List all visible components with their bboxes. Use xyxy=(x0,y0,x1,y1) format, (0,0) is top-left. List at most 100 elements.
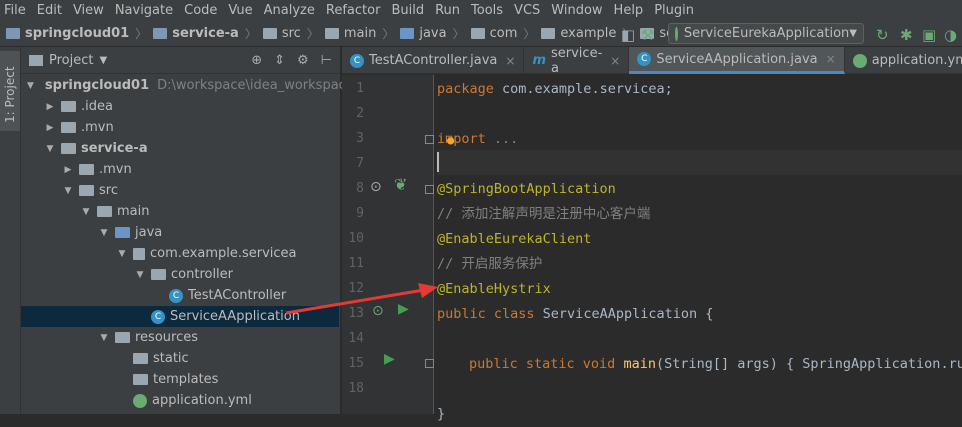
menu-item-vcs[interactable]: VCS xyxy=(514,3,540,18)
tree-item-label: .idea xyxy=(81,99,113,114)
editor-gutter[interactable]: ⊙ ❦ ⊙ ▶ ▶ 1 2 3 7 8 9 10 11 12 13 14 15 18 xyxy=(342,75,434,414)
chevron-down-icon[interactable]: ▼ xyxy=(117,249,127,259)
tree-item-label: .mvn xyxy=(99,162,132,177)
line-number: 1 xyxy=(356,81,364,96)
chevron-down-icon[interactable]: ▼ xyxy=(99,228,109,238)
code-line-13: public class ServiceAApplication { xyxy=(437,306,714,322)
code-line-1: package com.example.servicea; xyxy=(437,81,673,97)
tree-item[interactable]: static xyxy=(21,348,339,369)
intention-bulb-icon[interactable]: ● xyxy=(447,133,454,147)
class-icon: C xyxy=(169,288,183,303)
editor-tabs: C TestAController.java × m service-a × C… xyxy=(342,46,962,76)
breadcrumb-item-service-a[interactable]: service-a 〉 xyxy=(153,25,263,42)
chevron-right-icon[interactable]: ▶ xyxy=(45,102,55,112)
fold-toggle-icon[interactable] xyxy=(425,185,434,194)
fold-toggle-icon[interactable] xyxy=(425,135,434,144)
menu-item-tools[interactable]: Tools xyxy=(471,3,503,18)
navigate-back-icon[interactable]: ◧ xyxy=(621,26,635,44)
menu-item-window[interactable]: Window xyxy=(551,3,602,18)
tree-item[interactable]: templates xyxy=(21,369,339,390)
menu-item-run[interactable]: Run xyxy=(435,3,460,18)
close-icon[interactable]: × xyxy=(826,52,836,66)
chevron-right-icon[interactable]: ▶ xyxy=(63,165,73,175)
menu-item-refactor[interactable]: Refactor xyxy=(326,3,381,18)
tree-item-label: src xyxy=(99,183,118,198)
menu-item-vue[interactable]: Vue xyxy=(228,3,252,18)
tree-item[interactable]: ▼ com.example.servicea xyxy=(21,243,339,264)
tree-item-label: java xyxy=(135,225,163,240)
chevron-down-icon[interactable]: ▼ xyxy=(81,207,91,217)
menu-item-plugin[interactable]: Plugin xyxy=(654,3,694,18)
close-icon[interactable]: × xyxy=(505,54,515,68)
tree-item[interactable]: application.yml xyxy=(21,390,339,411)
folder-icon xyxy=(79,185,94,196)
tree-item[interactable]: ▼ springcloud01 D:\workspace\idea_workspac… xyxy=(21,75,370,96)
breadcrumb-item-com[interactable]: com 〉 xyxy=(470,25,542,42)
yaml-icon xyxy=(133,393,147,408)
tool-window-tab-project[interactable]: 1: Project xyxy=(0,51,20,131)
folder-icon xyxy=(151,269,166,280)
menu-item-help[interactable]: Help xyxy=(614,3,644,18)
tab-testacontroller[interactable]: C TestAController.java × xyxy=(342,47,525,74)
breadcrumb-item-java[interactable]: java 〉 xyxy=(400,25,470,42)
class-icon: C xyxy=(350,53,364,68)
tree-item[interactable]: ▼ resources xyxy=(21,327,339,348)
hide-icon[interactable]: ⊢ xyxy=(321,53,332,68)
tree-item-label: TestAController xyxy=(188,288,287,303)
spring-bean-icon[interactable]: ❦ xyxy=(394,175,407,194)
tree-item-label: resources xyxy=(135,330,199,345)
menu-item-code[interactable]: Code xyxy=(184,3,217,18)
coverage-icon[interactable]: ▣ xyxy=(922,26,936,44)
tree-item-path: D:\workspace\idea_workspace01 xyxy=(157,78,371,93)
breadcrumb-item-src[interactable]: src 〉 xyxy=(262,25,325,42)
code-line-11: // 开启服务保护 xyxy=(437,256,543,272)
build-hammer-icon[interactable]: ⚒ xyxy=(641,26,654,44)
tree-item-label: service-a xyxy=(81,141,148,156)
fold-toggle-icon[interactable] xyxy=(425,359,434,368)
menu-bar: File Edit View Navigate Code Vue Analyze Refact… xyxy=(0,0,962,20)
tab-serviceaapplication[interactable]: C ServiceAApplication.java × xyxy=(629,47,845,74)
tree-item[interactable]: ▼ src xyxy=(21,180,339,201)
menu-item-build[interactable]: Build xyxy=(391,3,424,18)
menu-item-view[interactable]: View xyxy=(73,3,104,18)
menu-item-navigate[interactable]: Navigate xyxy=(115,3,173,18)
tab-service-a-pom[interactable]: m service-a × xyxy=(524,46,630,76)
tree-item[interactable]: ▶ .idea xyxy=(21,96,339,117)
rerun-icon[interactable]: ↻ xyxy=(876,26,889,44)
profile-icon[interactable]: ◑ xyxy=(944,26,957,44)
caret-line-highlight xyxy=(437,150,962,175)
chevron-down-icon[interactable]: ▼ xyxy=(27,81,34,91)
chevron-down-icon[interactable]: ▼ xyxy=(135,270,145,280)
run-icon[interactable]: ▶ xyxy=(384,351,395,367)
tree-item[interactable]: ▼ java xyxy=(21,222,339,243)
folder-icon xyxy=(61,143,76,154)
bean-navigation-icon[interactable]: ⊙ xyxy=(370,179,382,195)
breadcrumb-item-main[interactable]: main 〉 xyxy=(324,25,401,42)
breadcrumb-item-springcloud01[interactable]: springcloud01 〉 xyxy=(6,25,153,42)
menu-item-edit[interactable]: Edit xyxy=(37,3,62,18)
chevron-down-icon[interactable]: ▼ xyxy=(99,333,109,343)
chevron-down-icon: ▼ xyxy=(849,28,857,39)
menu-item-analyze[interactable]: Analyze xyxy=(264,3,315,18)
chevron-down-icon[interactable]: ▼ xyxy=(45,144,55,154)
tree-item[interactable]: ▼ service-a xyxy=(21,138,339,159)
tab-application-yml[interactable]: application.yml × xyxy=(845,47,962,74)
close-icon[interactable]: × xyxy=(610,54,620,68)
folder-icon xyxy=(133,353,148,364)
run-configuration-select[interactable]: ServiceEurekaApplication ▼ xyxy=(668,23,864,44)
tree-item[interactable]: ▶ .mvn xyxy=(21,117,339,138)
line-number: 7 xyxy=(356,156,364,171)
chevron-down-icon[interactable]: ▼ xyxy=(99,55,107,66)
tree-item[interactable]: ▶ .mvn xyxy=(21,159,339,180)
settings-gear-icon[interactable]: ⚙ xyxy=(297,53,309,68)
tree-item[interactable]: ▼ main xyxy=(21,201,339,222)
locate-target-icon[interactable]: ⊕ xyxy=(251,53,262,68)
debug-bug-icon[interactable]: ✱ xyxy=(900,26,913,44)
package-icon xyxy=(133,247,145,260)
collapse-all-icon[interactable]: ⇕ xyxy=(274,53,285,68)
menu-item-file[interactable]: File xyxy=(4,3,26,18)
chevron-down-icon[interactable]: ▼ xyxy=(63,186,73,196)
chevron-right-icon[interactable]: ▶ xyxy=(45,123,55,133)
line-number: 15 xyxy=(348,356,364,371)
code-editor[interactable]: package com.example.servicea; import ...… xyxy=(437,75,962,422)
